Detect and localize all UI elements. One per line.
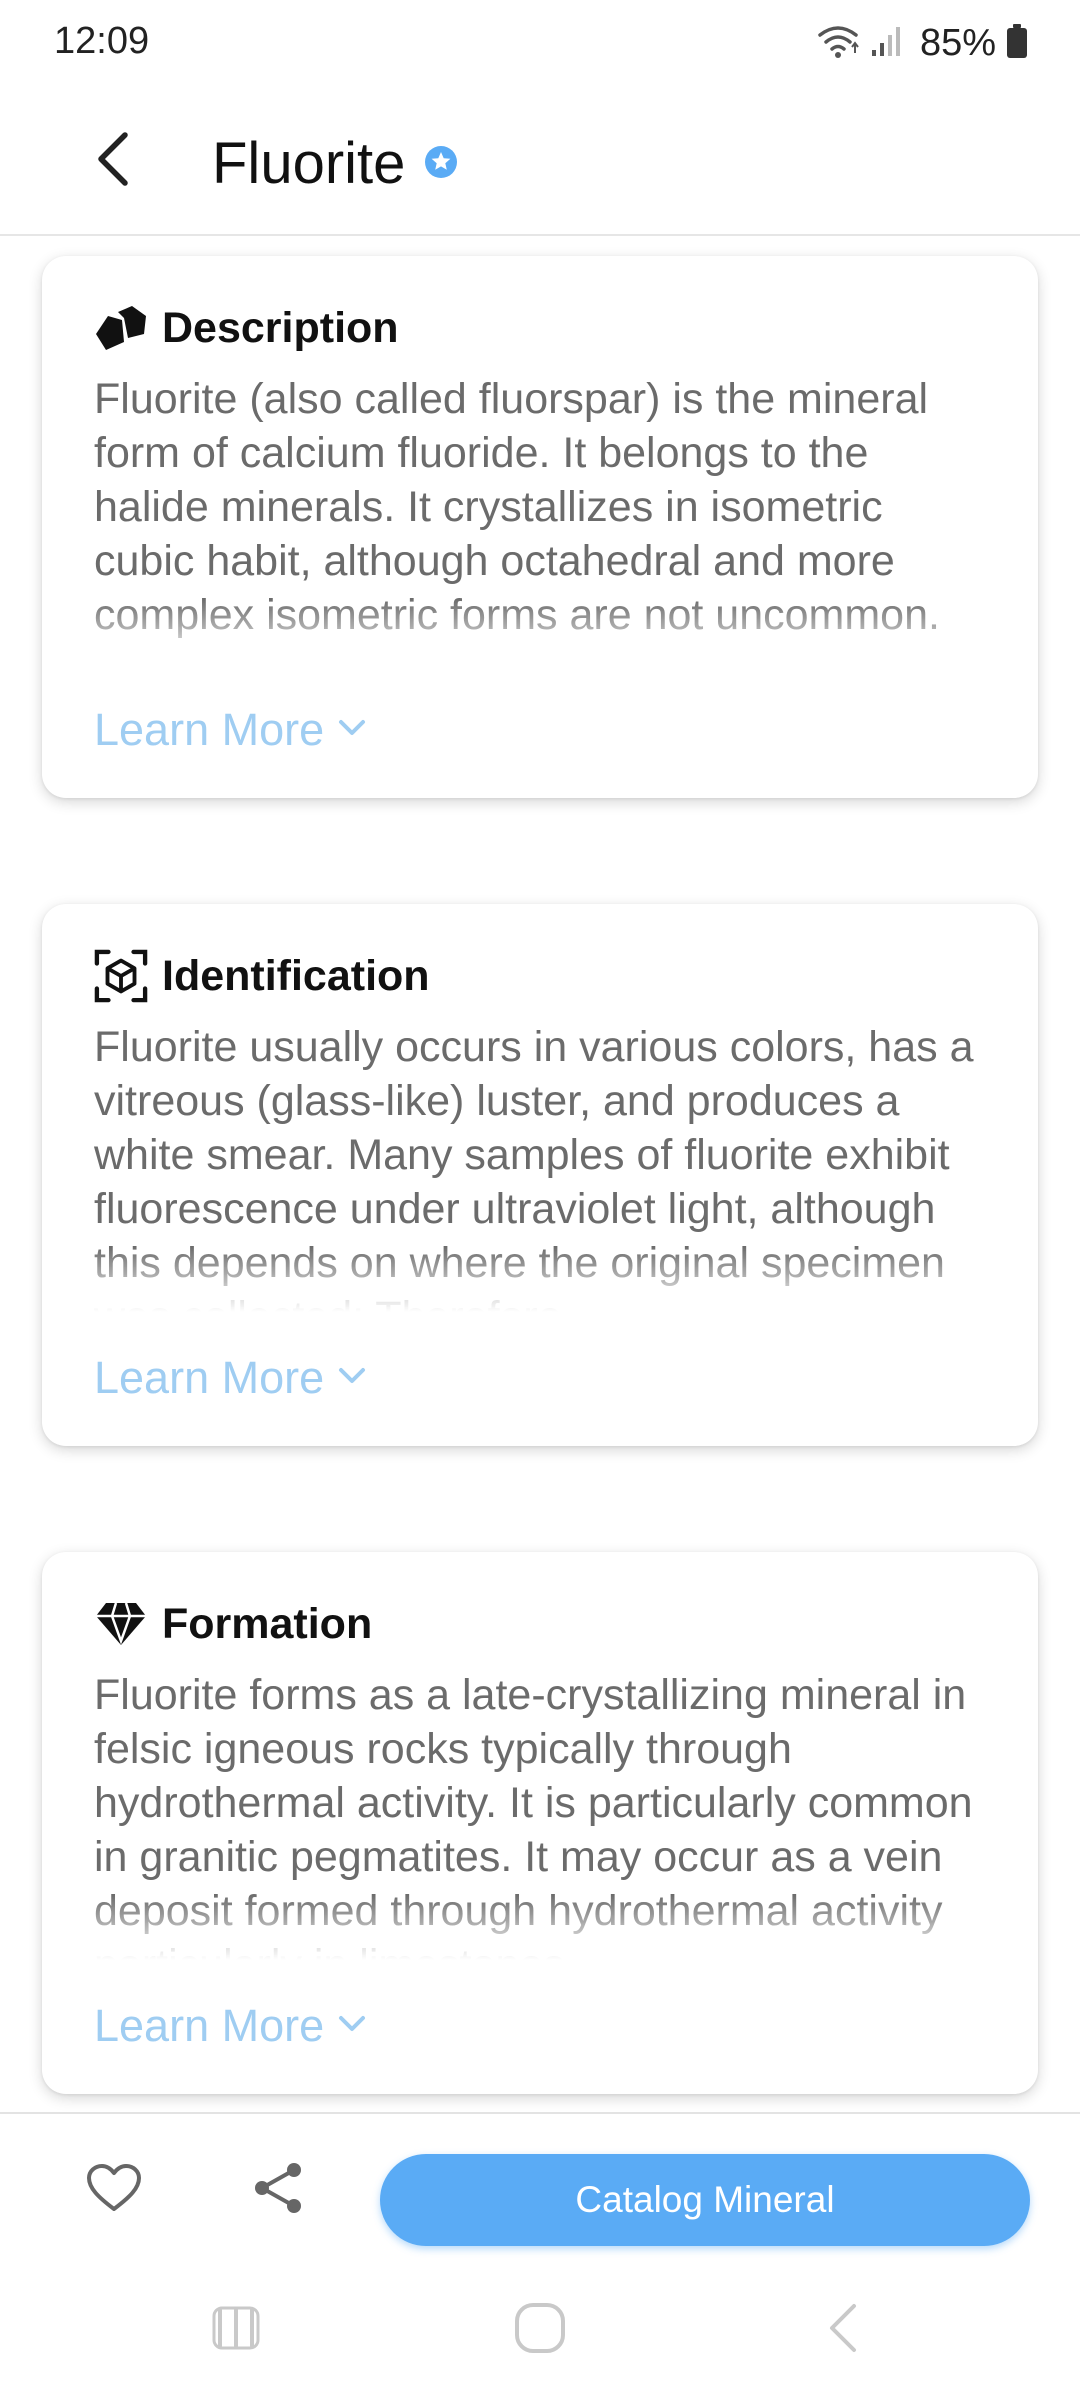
learn-more-label: Learn More [94, 704, 325, 755]
learn-more-label: Learn More [94, 1352, 325, 1403]
card-header: Identification [94, 948, 430, 1004]
page-title: Fluorite [212, 131, 406, 196]
card-title: Identification [162, 951, 430, 1000]
status-bar: 12:09 85% [0, 0, 1080, 84]
card-header: Description [94, 300, 399, 356]
status-time: 12:09 [54, 20, 150, 62]
app-header: Fluorite [0, 84, 1080, 236]
battery-percent: 85% [919, 21, 996, 64]
scan-cube-icon [94, 949, 148, 1003]
recents-icon [212, 2304, 260, 2357]
chevron-down-icon [338, 2015, 366, 2038]
learn-more-link[interactable]: Learn More [94, 704, 366, 756]
verified-star-icon [424, 145, 458, 179]
system-nav-bar [0, 2262, 1080, 2400]
catalog-mineral-button[interactable]: Catalog Mineral [380, 2154, 1030, 2246]
chevron-down-icon [338, 719, 366, 742]
gem-icon [94, 1597, 148, 1651]
recents-nav-button[interactable] [196, 2298, 276, 2362]
back-button[interactable] [78, 126, 148, 196]
card-body-text: Fluorite forms as a late-crystallizing m… [94, 1671, 973, 1966]
learn-more-link[interactable]: Learn More [94, 1352, 366, 1404]
learn-more-link[interactable]: Learn More [94, 2000, 366, 2052]
mineral-info-list[interactable]: Description Fluorite (also called fluors… [0, 238, 1080, 2112]
learn-more-label: Learn More [94, 2000, 325, 2051]
wifi-icon [816, 23, 860, 64]
card-body-text: Fluorite (also called fluorspar) is the … [94, 375, 940, 639]
home-nav-button[interactable] [500, 2298, 580, 2362]
signal-icon [870, 24, 904, 63]
description-card: Description Fluorite (also called fluors… [42, 256, 1038, 798]
card-header: Formation [94, 1596, 372, 1652]
formation-card: Formation Fluorite forms as a late-cryst… [42, 1552, 1038, 2094]
back-icon [824, 2302, 860, 2359]
identification-card: Identification Fluorite usually occurs i… [42, 904, 1038, 1446]
favorite-button[interactable] [78, 2154, 150, 2226]
action-bar: Catalog Mineral [0, 2112, 1080, 2262]
chevron-down-icon [338, 1367, 366, 1390]
card-title: Description [162, 303, 399, 352]
home-icon [513, 2301, 567, 2360]
back-nav-button[interactable] [802, 2298, 882, 2362]
heart-icon [86, 2163, 142, 2218]
card-body-text: Fluorite usually occurs in various color… [94, 1023, 974, 1318]
card-title: Formation [162, 1599, 373, 1648]
chevron-left-icon [93, 131, 133, 192]
status-icons: 85% [816, 18, 1028, 68]
rock-icon [94, 301, 148, 355]
share-icon [252, 2160, 304, 2221]
share-button[interactable] [242, 2154, 314, 2226]
battery-icon [1006, 23, 1028, 64]
